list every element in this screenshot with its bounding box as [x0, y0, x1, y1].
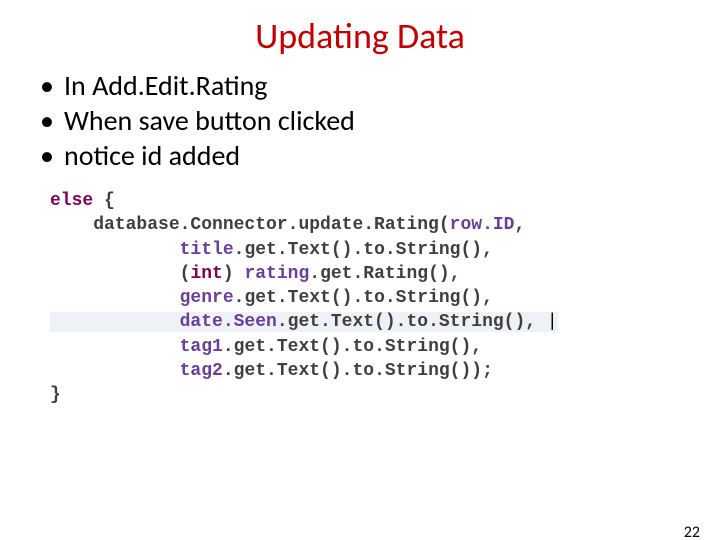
code-var: genre	[180, 288, 234, 308]
code-text	[50, 361, 180, 381]
code-var: tag2	[180, 361, 223, 381]
code-keyword-int: int	[190, 264, 222, 284]
code-text: .get.Text().to.String(),	[277, 312, 547, 332]
code-text: .get.Rating(),	[309, 264, 460, 284]
code-text: .get.Text().to.String());	[223, 361, 493, 381]
page-number: 22	[684, 523, 700, 540]
code-text: database.Connector.update.Rating(	[50, 215, 450, 235]
code-text	[50, 288, 180, 308]
code-text	[50, 240, 180, 260]
code-text: (	[50, 264, 190, 284]
code-text	[50, 337, 180, 357]
code-text: )	[223, 264, 245, 284]
code-var: date.Seen	[180, 312, 277, 332]
code-text: .get.Text().to.String(),	[234, 240, 493, 260]
code-text	[50, 312, 180, 332]
code-var: tag1	[180, 337, 223, 357]
bullet-list: In Add.Edit.Rating When save button clic…	[40, 68, 720, 173]
highlighted-line: date.Seen.get.Text().to.String(), |	[50, 312, 558, 332]
code-text: .get.Text().to.String(),	[223, 337, 482, 357]
code-keyword-else: else	[50, 191, 93, 211]
code-text: {	[93, 191, 115, 211]
bullet-item: When save button clicked	[40, 103, 720, 138]
bullet-item: notice id added	[40, 138, 720, 173]
text-cursor: |	[547, 312, 558, 332]
code-var: rating	[244, 264, 309, 284]
slide: Updating Data In Add.Edit.Rating When sa…	[0, 14, 720, 540]
slide-title: Updating Data	[0, 14, 720, 58]
code-snippet: else { database.Connector.update.Rating(…	[50, 189, 690, 408]
code-var: title	[180, 240, 234, 260]
code-text: ,	[514, 215, 525, 235]
bullet-item: In Add.Edit.Rating	[40, 68, 720, 103]
code-text: }	[50, 385, 61, 405]
code-text: .get.Text().to.String(),	[234, 288, 493, 308]
code-var: row.ID	[450, 215, 515, 235]
